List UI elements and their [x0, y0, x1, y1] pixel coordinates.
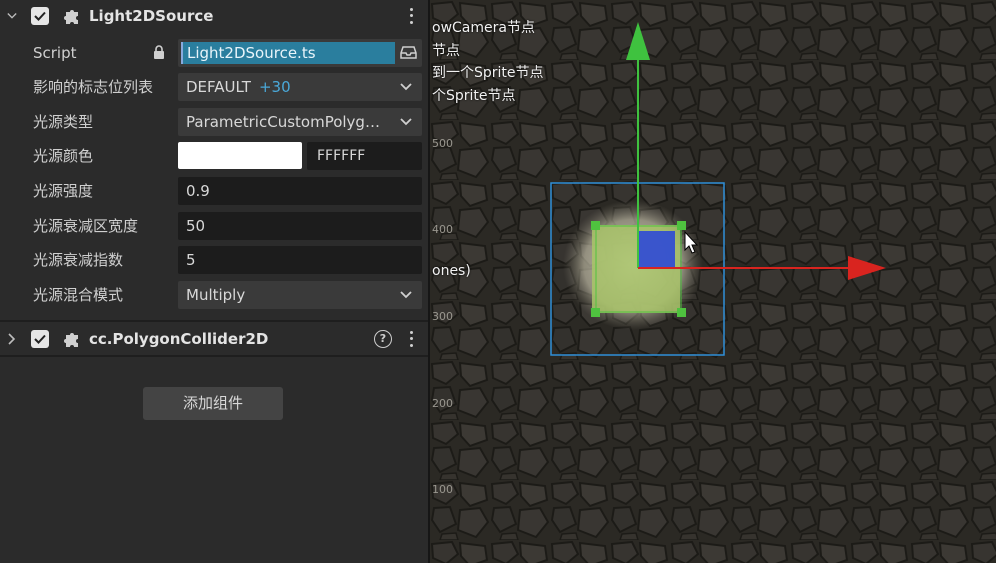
ruler-tick: 200 — [432, 397, 453, 410]
color-swatch[interactable] — [178, 142, 302, 169]
scene-note-1: owCamera节点 — [432, 20, 535, 36]
component-separator — [0, 355, 428, 357]
blend-mode-row: 光源混合模式 Multiply — [0, 280, 428, 310]
falloff-exponent-input[interactable]: 5 — [178, 246, 422, 274]
falloff-width-input[interactable]: 50 — [178, 212, 422, 240]
puzzle-icon — [64, 333, 78, 347]
chevron-down-icon — [400, 83, 412, 91]
scene-note-4: 个Sprite节点 — [432, 88, 516, 104]
flags-select[interactable]: DEFAULT +30 — [178, 73, 422, 101]
light-type-value: ParametricCustomPolyg… — [186, 113, 380, 131]
polygon-collider-header[interactable]: cc.PolygonCollider2D ? — [0, 323, 428, 355]
color-hex-input[interactable]: FFFFFF — [307, 142, 422, 170]
more-icon[interactable] — [408, 329, 414, 349]
help-icon[interactable]: ? — [374, 330, 392, 348]
script-label: Script — [33, 44, 77, 62]
check-icon — [34, 11, 46, 21]
scene-view[interactable]: owCamera节点 节点 到一个Sprite节点 个Sprite节点 ones… — [430, 0, 996, 563]
intensity-row: 光源强度 0.9 — [0, 176, 428, 206]
light2dsource-enabled-checkbox[interactable] — [31, 7, 49, 25]
ruler-tick: 100 — [432, 483, 453, 496]
script-field[interactable]: Light2DSource.ts — [178, 39, 422, 67]
polygon-collider-enabled-checkbox[interactable] — [31, 330, 49, 348]
light-type-select[interactable]: ParametricCustomPolyg… — [178, 108, 422, 136]
ruler-tick: 500 — [432, 137, 453, 150]
light-color-label: 光源颜色 — [33, 147, 94, 165]
light2dsource-title: Light2DSource — [89, 7, 214, 25]
blend-mode-value: Multiply — [186, 286, 246, 304]
add-component-button[interactable]: 添加组件 — [143, 387, 283, 420]
flags-label: 影响的标志位列表 — [33, 78, 154, 96]
component-separator — [0, 320, 428, 322]
ruler-tick: 300 — [432, 310, 453, 323]
polygon-collider-title: cc.PolygonCollider2D — [89, 330, 269, 348]
lock-icon — [154, 45, 164, 59]
falloff-exponent-label: 光源衰减指数 — [33, 251, 124, 269]
flags-value: DEFAULT — [186, 78, 251, 96]
chevron-down-icon — [400, 118, 412, 126]
script-value: Light2DSource.ts — [181, 42, 395, 64]
scene-note-2: 节点 — [432, 43, 460, 59]
intensity-input[interactable]: 0.9 — [178, 177, 422, 205]
flags-extra: +30 — [258, 78, 291, 96]
inspector-panel: Light2DSource Script Light2DSource.ts 影响… — [0, 0, 428, 563]
falloff-exponent-row: 光源衰减指数 5 — [0, 245, 428, 275]
scene-note-3: 到一个Sprite节点 — [432, 65, 544, 81]
blue-sprite[interactable] — [639, 231, 675, 269]
puzzle-icon — [64, 10, 78, 24]
check-icon — [34, 334, 46, 344]
chevron-down-icon[interactable] — [7, 12, 17, 20]
script-row: Script Light2DSource.ts — [0, 38, 428, 68]
ruler-tick: 400 — [432, 223, 453, 236]
flags-row: 影响的标志位列表 DEFAULT +30 — [0, 72, 428, 102]
inbox-icon[interactable] — [400, 44, 417, 61]
blend-mode-label: 光源混合模式 — [33, 286, 124, 304]
scene-note-5: ones) — [432, 263, 471, 279]
falloff-width-row: 光源衰减区宽度 50 — [0, 211, 428, 241]
light-color-row: 光源颜色 FFFFFF — [0, 141, 428, 171]
chevron-down-icon — [400, 291, 412, 299]
light-type-row: 光源类型 ParametricCustomPolyg… — [0, 107, 428, 137]
light2dsource-header[interactable]: Light2DSource — [0, 0, 428, 32]
light-type-label: 光源类型 — [33, 113, 94, 131]
more-icon[interactable] — [408, 6, 414, 26]
falloff-width-label: 光源衰减区宽度 — [33, 217, 139, 235]
intensity-label: 光源强度 — [33, 182, 94, 200]
chevron-right-icon[interactable] — [7, 333, 17, 345]
blend-mode-select[interactable]: Multiply — [178, 281, 422, 309]
